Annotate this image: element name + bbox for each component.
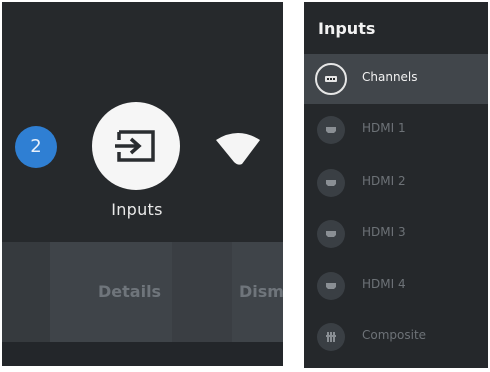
background-blur — [172, 242, 232, 342]
input-item-hdmi-4[interactable]: HDMI 4 — [304, 261, 488, 311]
input-source-icon — [115, 130, 155, 162]
input-item-label: HDMI 4 — [362, 277, 406, 291]
bottom-strip — [2, 342, 283, 366]
input-item-composite[interactable]: Composite — [304, 312, 488, 362]
notification-badge[interactable]: 2 — [15, 126, 57, 168]
composite-icon — [317, 323, 345, 351]
input-item-label: Composite — [362, 328, 427, 342]
input-item-label: HDMI 1 — [362, 121, 406, 135]
background-blur — [2, 242, 50, 342]
inputs-label: Inputs — [111, 200, 163, 219]
input-item-label: HDMI 3 — [362, 225, 406, 239]
input-item-label: Channels — [362, 70, 418, 84]
hdmi-icon — [317, 116, 345, 144]
panel-title: Inputs — [318, 19, 376, 38]
inputs-panel: Inputs Channels HDMI 1 HDMI 2 HDMI 3 HDM… — [304, 2, 488, 368]
home-screen-panel: 2 Inputs Details Dism — [2, 2, 283, 366]
input-item-hdmi-1[interactable]: HDMI 1 — [304, 105, 488, 155]
tv-channels-icon — [315, 63, 347, 95]
hdmi-icon — [317, 169, 345, 197]
input-item-label: HDMI 2 — [362, 174, 406, 188]
details-button[interactable]: Details — [98, 282, 161, 301]
input-item-hdmi-3[interactable]: HDMI 3 — [304, 209, 488, 259]
notification-count: 2 — [30, 136, 42, 157]
dismiss-button[interactable]: Dism — [239, 282, 283, 301]
input-item-channels[interactable]: Channels — [304, 54, 488, 104]
action-bar: Details Dism — [2, 242, 283, 342]
hdmi-icon — [317, 220, 345, 248]
wifi-icon[interactable] — [216, 130, 262, 166]
hdmi-icon — [317, 272, 345, 300]
input-item-hdmi-2[interactable]: HDMI 2 — [304, 158, 488, 208]
inputs-button[interactable] — [92, 102, 180, 190]
